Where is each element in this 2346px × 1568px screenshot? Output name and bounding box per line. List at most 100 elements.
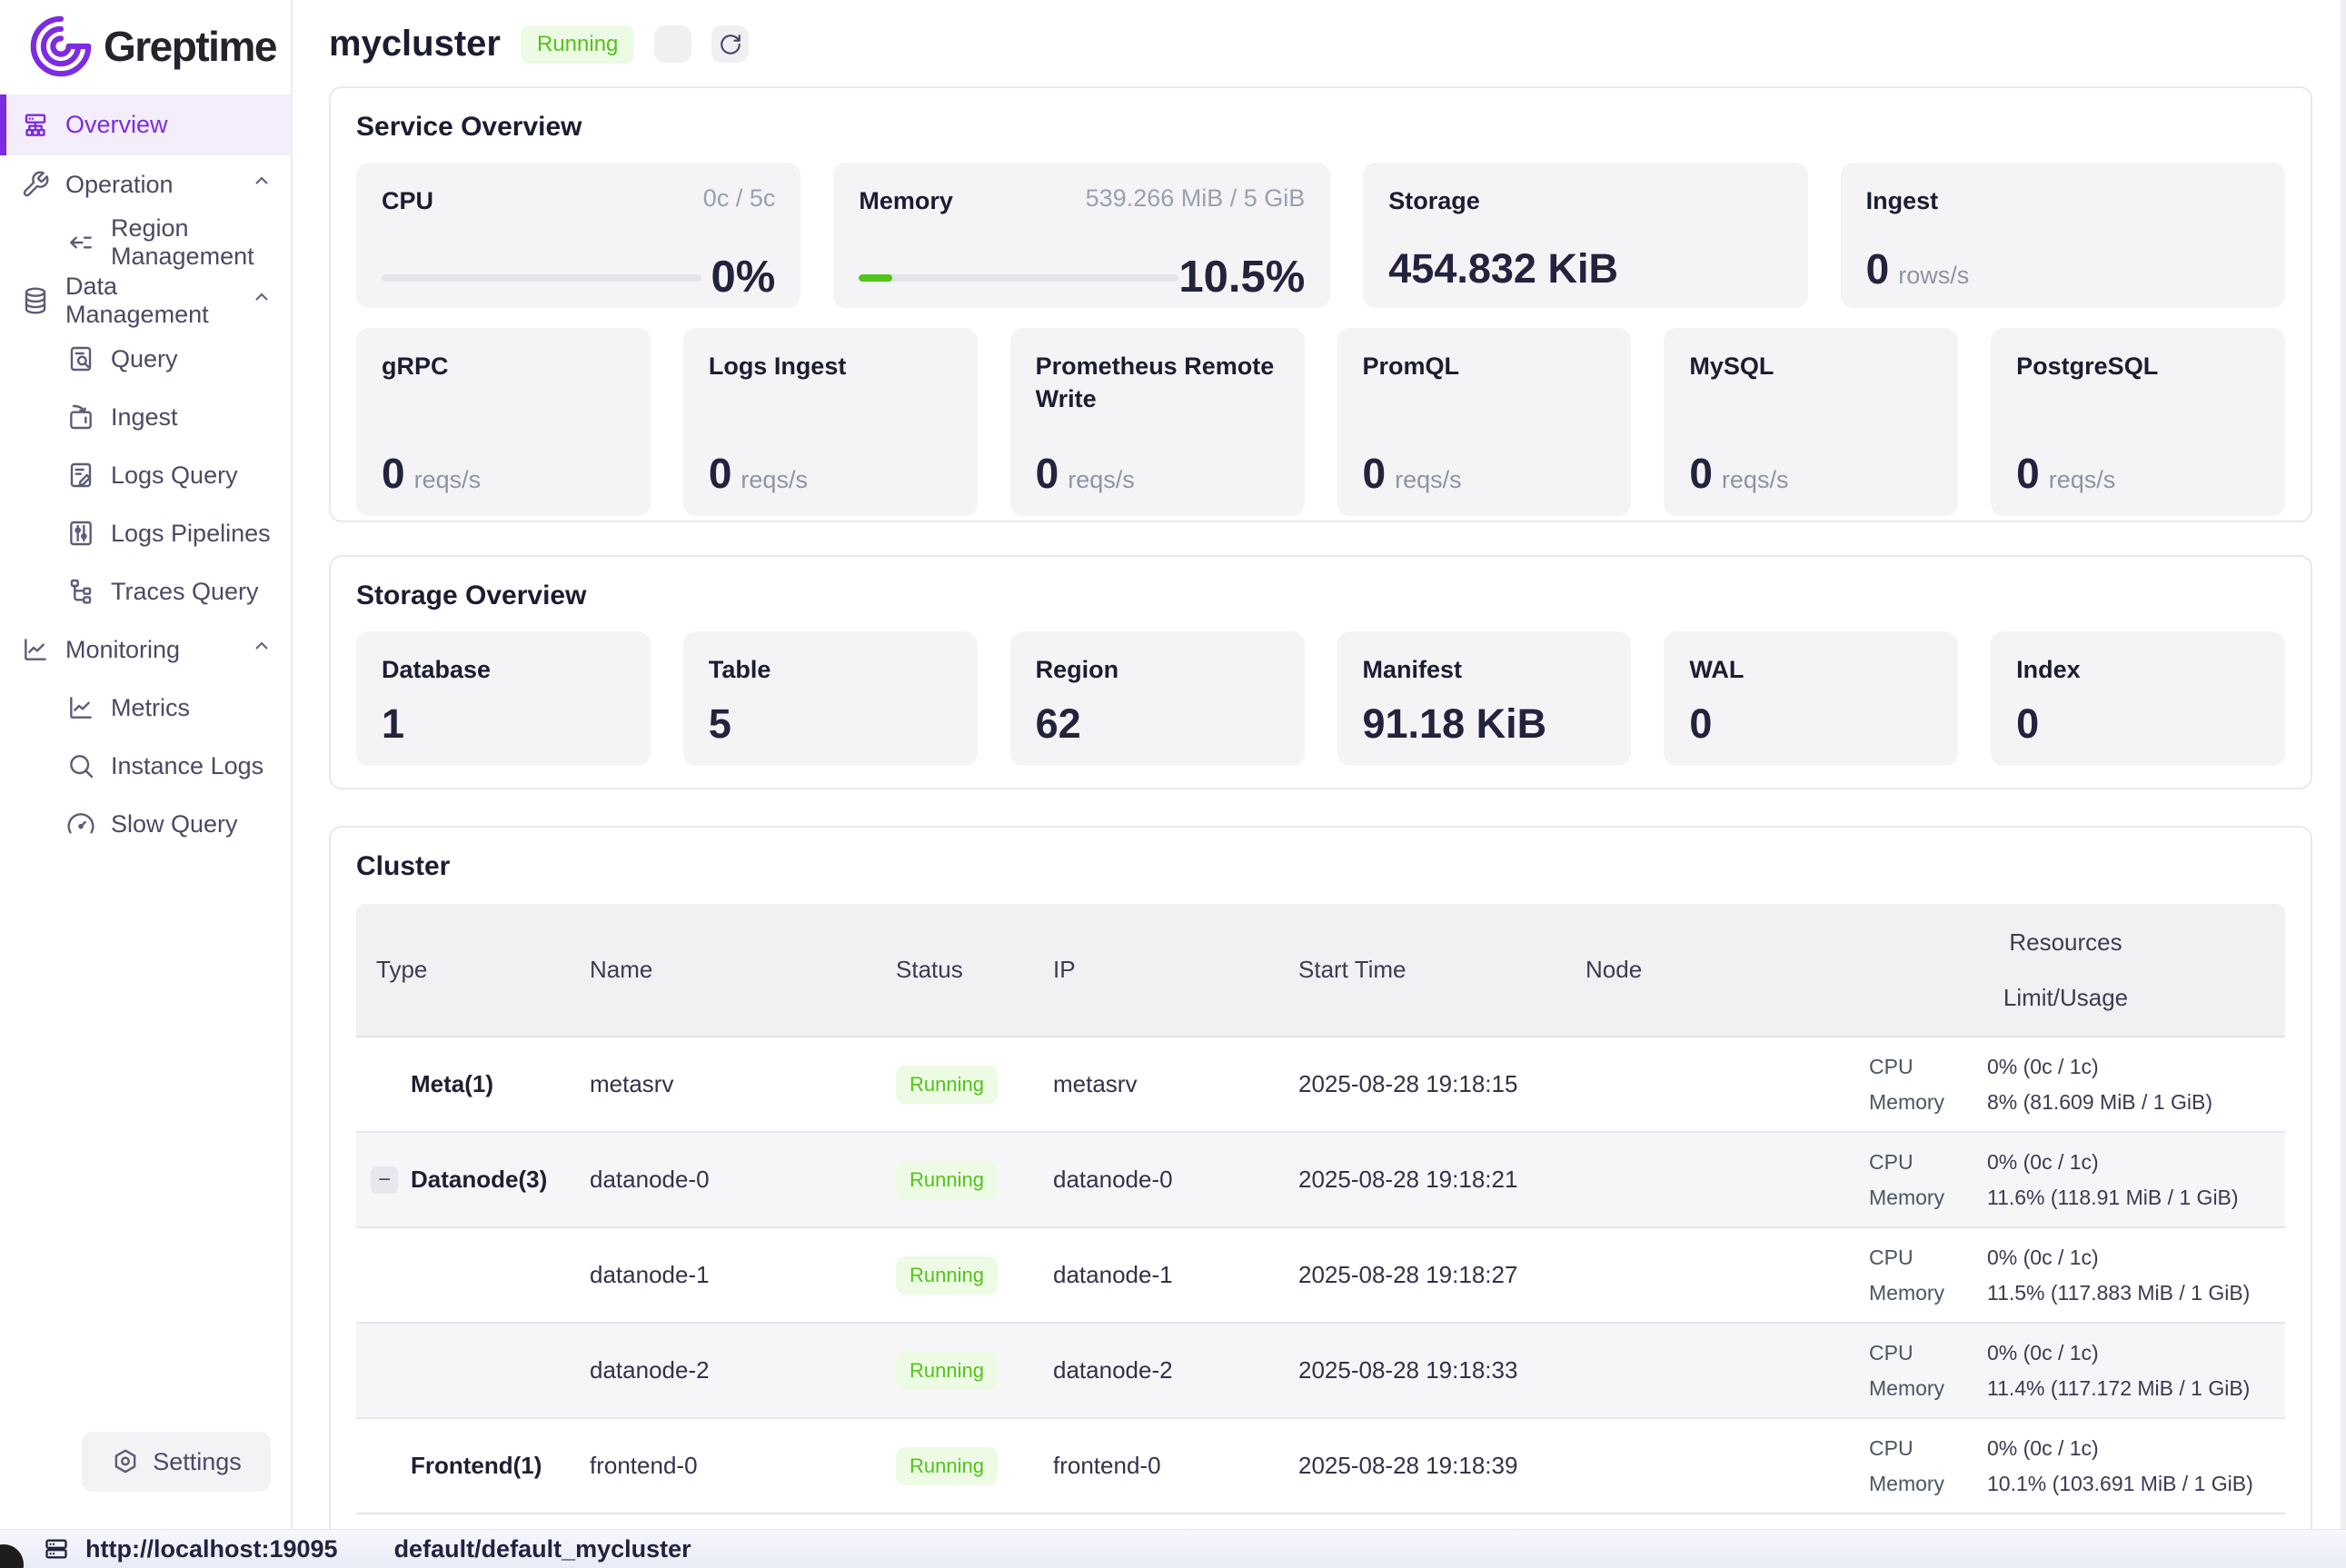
card-title: Ingest <box>1866 184 1939 217</box>
row-name: datanode-0 <box>574 1166 874 1194</box>
sidebar-item-label: Region Management <box>111 214 273 271</box>
card-title: Prometheus Remote Write <box>1036 350 1279 416</box>
card-title: PromQL <box>1363 350 1606 382</box>
sidebar-item-traces-query[interactable]: Traces Query <box>0 562 291 620</box>
card-title: Index <box>2016 653 2260 686</box>
sidebar-item-label: Instance Logs <box>111 752 263 780</box>
index-card: Index 0 <box>1991 631 2285 766</box>
memory-limit: 539.266 MiB / 5 GiB <box>1086 184 1306 213</box>
memory-progress-bar <box>859 274 1178 282</box>
col-limit-usage-label: Limit/Usage <box>2003 984 2128 1012</box>
memory-usage: 8% (81.609 MiB / 1 GiB) <box>1987 1090 2285 1115</box>
memory-label: Memory <box>1869 1186 1987 1210</box>
sidebar-item-label: Logs Query <box>111 461 238 490</box>
sidebar-item-logs-pipelines[interactable]: Logs Pipelines <box>0 504 291 562</box>
sidebar-item-query[interactable]: Query <box>0 330 291 388</box>
document-edit-icon <box>65 460 96 491</box>
row-resources: CPU0% (0c / 1c) Memory8% (81.609 MiB / 1… <box>1846 1055 2285 1115</box>
sidebar-item-label: Ingest <box>111 403 178 432</box>
database-card: Database 1 <box>356 631 651 766</box>
region-card: Region 62 <box>1010 631 1305 766</box>
scrollbar-track[interactable] <box>2341 0 2346 1529</box>
card-value: 0 <box>1036 452 1059 494</box>
memory-usage: 11.5% (117.883 MiB / 1 GiB) <box>1987 1281 2285 1305</box>
grpc-card: gRPC 0 reqs/s <box>356 328 651 516</box>
sidebar-item-logs-query[interactable]: Logs Query <box>0 446 291 504</box>
row-start-time: 2025-08-28 19:18:15 <box>1283 1070 1565 1098</box>
promql-card: PromQL 0 reqs/s <box>1337 328 1632 516</box>
greptime-spiral-icon <box>27 13 94 80</box>
card-title: WAL <box>1689 653 1933 686</box>
sidebar-item-slow-query[interactable]: Slow Query <box>0 795 291 853</box>
sidebar-section-operation[interactable]: Operation <box>0 155 291 213</box>
import-box-icon <box>65 402 96 432</box>
cpu-label: CPU <box>1869 1150 1987 1175</box>
sidebar-section-monitoring[interactable]: Monitoring <box>0 620 291 679</box>
row-name: datanode-2 <box>574 1356 874 1384</box>
row-resources: CPU0% (0c / 1c) Memory11.4% (117.172 MiB… <box>1846 1341 2285 1401</box>
brand-logo: Greptime <box>0 0 291 94</box>
service-overview-panel: Service Overview CPU 0c / 5c 0% Memory <box>329 86 2312 522</box>
status-badge: Running <box>896 1256 998 1295</box>
card-value: 5 <box>709 703 952 744</box>
cluster-action-button[interactable] <box>654 25 691 63</box>
sidebar-item-label: Monitoring <box>65 636 180 664</box>
sidebar-item-region-management[interactable]: Region Management <box>0 213 291 272</box>
col-start-time: Start Time <box>1283 956 1565 984</box>
cpu-card: CPU 0c / 5c 0% <box>356 163 800 308</box>
sidebar-item-overview[interactable]: Overview <box>0 94 291 155</box>
sidebar: Greptime Overview O <box>0 0 293 1529</box>
cpu-label: CPU <box>1869 1436 1987 1461</box>
memory-card: Memory 539.266 MiB / 5 GiB 10.5% <box>833 163 1330 308</box>
cpu-percent: 0% <box>711 255 776 300</box>
cluster-title: mycluster <box>329 24 501 65</box>
col-type: Type <box>356 956 574 984</box>
gear-icon <box>111 1447 140 1476</box>
server-url[interactable]: http://localhost:19095 <box>85 1535 338 1563</box>
current-database[interactable]: default/default_mycluster <box>394 1535 691 1563</box>
sidebar-item-label: Query <box>111 345 178 373</box>
card-value: 0 <box>1689 452 1713 494</box>
card-title: Table <box>709 653 952 686</box>
cpu-progress-bar <box>382 274 701 282</box>
sidebar-nav: Overview Operation <box>0 94 291 853</box>
row-ip: metasrv <box>1038 1070 1283 1098</box>
row-start-time: 2025-08-28 19:18:21 <box>1283 1166 1565 1194</box>
sidebar-item-metrics[interactable]: Metrics <box>0 679 291 737</box>
app-window: Greptime Overview O <box>0 0 2346 1568</box>
brand-name: Greptime <box>104 22 276 71</box>
wal-card: WAL 0 <box>1664 631 1958 766</box>
memory-label: Memory <box>1869 1090 1987 1115</box>
protocol-cards: gRPC 0 reqs/s Logs Ingest 0 reqs/s Prome… <box>356 328 2285 516</box>
collapse-button[interactable]: − <box>371 1166 398 1194</box>
card-value: 62 <box>1036 703 1279 744</box>
row-type-label: Datanode(3) <box>411 1166 547 1193</box>
sidebar-section-data-management[interactable]: Data Management <box>0 272 291 330</box>
card-value: 1 <box>382 703 625 744</box>
cpu-usage: 0% (0c / 1c) <box>1987 1436 2285 1461</box>
sidebar-item-label: Data Management <box>65 273 236 329</box>
sidebar-item-instance-logs[interactable]: Instance Logs <box>0 737 291 795</box>
card-unit: reqs/s <box>2049 466 2116 494</box>
cpu-label: CPU <box>1869 1341 1987 1365</box>
table-row-datanode-0: − Datanode(3) datanode-0 Running datanod… <box>356 1133 2285 1228</box>
memory-label: Memory <box>1869 1472 1987 1496</box>
merge-left-icon <box>65 227 96 258</box>
col-resources-label: Resources <box>2009 928 2122 957</box>
col-name: Name <box>574 956 874 984</box>
row-type: Frontend(1) <box>356 1452 574 1480</box>
row-ip: datanode-0 <box>1038 1166 1283 1194</box>
col-resources: Resources Limit/Usage <box>1846 904 2285 1036</box>
card-title: gRPC <box>382 350 625 382</box>
sidebar-item-ingest[interactable]: Ingest <box>0 388 291 446</box>
row-ip: frontend-0 <box>1038 1452 1283 1480</box>
chart-line-icon <box>65 692 96 723</box>
refresh-button[interactable] <box>711 25 749 63</box>
server-icon <box>44 1536 69 1562</box>
row-start-time: 2025-08-28 19:18:33 <box>1283 1356 1565 1384</box>
card-title: PostgreSQL <box>2016 350 2260 382</box>
cpu-limit: 0c / 5c <box>703 184 776 213</box>
storage-value: 454.832 KiB <box>1388 248 1782 289</box>
settings-button[interactable]: Settings <box>82 1432 271 1492</box>
card-title: CPU <box>382 184 433 217</box>
